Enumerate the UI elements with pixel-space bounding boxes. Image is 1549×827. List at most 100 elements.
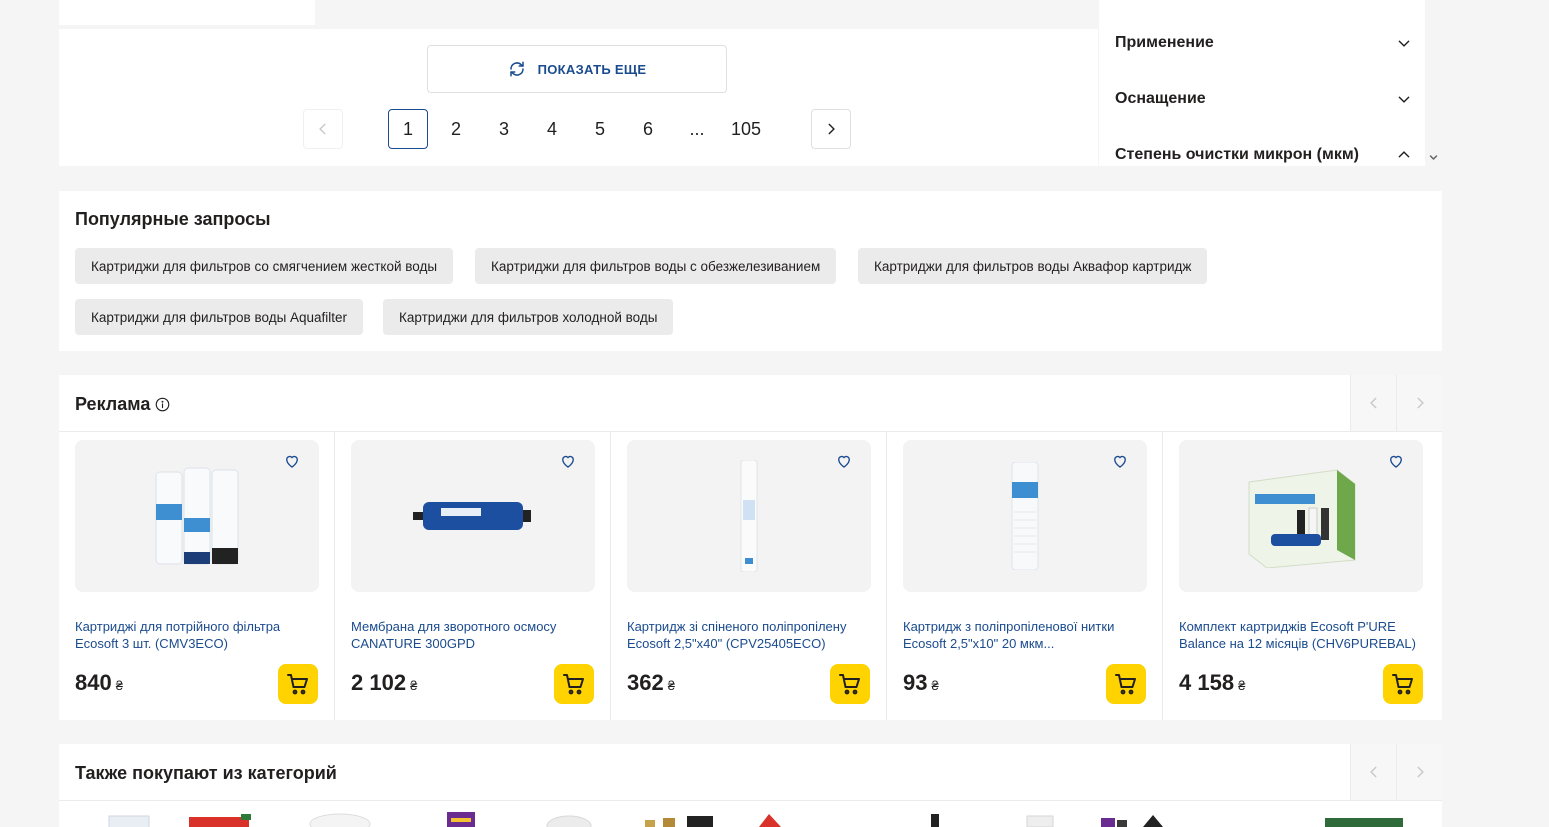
- category-thumbnail[interactable]: [189, 810, 257, 827]
- chevron-right-icon: [824, 122, 838, 136]
- page-ellipsis: ...: [689, 118, 705, 139]
- long-cartridge-icon: [740, 460, 758, 572]
- section-title: Популярные запросы: [75, 209, 271, 229]
- page-4[interactable]: 4: [532, 109, 572, 149]
- category-thumbnail[interactable]: [755, 810, 785, 827]
- pagination-area: ПОКАЗАТЬ ЕЩЕ 1 2 3 4 5 6 ... 105: [59, 29, 1098, 166]
- page-6[interactable]: 6: [628, 109, 668, 149]
- add-to-cart-button[interactable]: [278, 664, 318, 704]
- category-thumbnail[interactable]: [309, 810, 371, 827]
- page-last[interactable]: 105: [726, 109, 766, 149]
- filters-sidebar: Применение Оснащение Степень очистки мик…: [1099, 0, 1425, 166]
- price-value: 840: [75, 670, 112, 695]
- product-title[interactable]: Мембрана для зворотного осмосу CANATURE …: [351, 618, 599, 652]
- price-value: 4 158: [1179, 670, 1235, 695]
- category-thumbnail[interactable]: [1099, 810, 1169, 827]
- refresh-icon: [508, 60, 526, 78]
- product-image[interactable]: [627, 440, 871, 592]
- category-thumbnail[interactable]: [107, 810, 153, 827]
- popular-chip[interactable]: Картриджи для фильтров воды Aquafilter: [75, 299, 364, 335]
- chevron-right-icon: [1413, 765, 1427, 779]
- cart-icon: [838, 672, 862, 696]
- membrane-icon: [413, 502, 531, 530]
- popular-chip[interactable]: Картриджи для фильтров со смягчением жес…: [75, 248, 454, 284]
- cart-icon: [1391, 672, 1415, 696]
- product-image[interactable]: [351, 440, 595, 592]
- product-title[interactable]: Картриджі для потрійного фільтра Ecosoft…: [75, 618, 323, 652]
- product-title[interactable]: Картридж з поліпропіленової нитки Ecosof…: [903, 618, 1151, 652]
- product-title[interactable]: Картридж зі спіненого поліпропілену Ecos…: [627, 618, 875, 652]
- filter-label: Оснащение: [1115, 90, 1206, 107]
- popular-chip[interactable]: Картриджи для фильтров холодной воды: [383, 299, 674, 335]
- product-title[interactable]: Комплект картриджів Ecosoft P'URE Balanc…: [1179, 618, 1427, 652]
- category-thumbnail[interactable]: [545, 810, 593, 827]
- page-1[interactable]: 1: [388, 109, 428, 149]
- product-card[interactable]: Мембрана для зворотного осмосу CANATURE …: [335, 432, 611, 720]
- carousel-next-button[interactable]: [1396, 375, 1442, 431]
- ads-carousel: Реклама Картриджі для потрійного фільтра…: [59, 375, 1442, 720]
- product-card[interactable]: Картридж зі спіненого поліпропілену Ecos…: [611, 432, 887, 720]
- prev-page-button[interactable]: [303, 109, 343, 149]
- three-cartridges-icon: [155, 467, 239, 565]
- currency: ₴: [931, 678, 939, 693]
- show-more-label: ПОКАЗАТЬ ЕЩЕ: [537, 61, 647, 77]
- product-card[interactable]: Картриджі для потрійного фільтра Ecosoft…: [59, 432, 335, 720]
- category-thumbnail[interactable]: [925, 810, 945, 827]
- section-title: Также покупают из категорий: [75, 763, 337, 783]
- product-image[interactable]: [1179, 440, 1423, 592]
- currency: ₴: [667, 678, 675, 693]
- add-to-cart-button[interactable]: [554, 664, 594, 704]
- divider: [59, 800, 1442, 801]
- page-3[interactable]: 3: [484, 109, 524, 149]
- also-bought-categories: Также покупают из категорий: [59, 744, 1442, 827]
- filters-scrollbar[interactable]: [1425, 0, 1442, 166]
- cart-icon: [286, 672, 310, 696]
- popular-requests: Популярные запросы Картриджи для фильтро…: [59, 191, 1442, 351]
- heart-icon[interactable]: [283, 452, 301, 470]
- chevron-left-icon: [316, 122, 330, 136]
- cart-icon: [562, 672, 586, 696]
- product-card[interactable]: Картридж з поліпропіленової нитки Ecosof…: [887, 432, 1163, 720]
- product-price: 4 158 ₴: [1179, 670, 1245, 696]
- category-thumbnail[interactable]: [445, 810, 477, 827]
- carousel-prev-button[interactable]: [1350, 744, 1396, 800]
- price-value: 362: [627, 670, 664, 695]
- page-2[interactable]: 2: [436, 109, 476, 149]
- add-to-cart-button[interactable]: [1383, 664, 1423, 704]
- currency: ₴: [115, 678, 123, 693]
- cart-icon: [1114, 672, 1138, 696]
- product-price: 2 102 ₴: [351, 670, 417, 696]
- filter-micron[interactable]: Степень очистки микрон (мкм): [1115, 143, 1411, 167]
- heart-icon[interactable]: [1111, 452, 1129, 470]
- product-image[interactable]: [903, 440, 1147, 592]
- category-thumbnail[interactable]: [643, 810, 719, 827]
- heart-icon[interactable]: [835, 452, 853, 470]
- heart-icon[interactable]: [559, 452, 577, 470]
- product-card-fragment: [59, 0, 315, 25]
- scroll-down-icon: [1429, 153, 1438, 162]
- category-thumbnail[interactable]: [1023, 810, 1057, 827]
- filter-application[interactable]: Применение: [1115, 31, 1411, 55]
- popular-chip[interactable]: Картриджи для фильтров воды с обезжелези…: [475, 248, 837, 284]
- add-to-cart-button[interactable]: [1106, 664, 1146, 704]
- string-cartridge-icon: [1011, 462, 1039, 570]
- filter-equipment[interactable]: Оснащение: [1115, 87, 1411, 111]
- chevron-down-icon: [1397, 36, 1411, 50]
- product-card[interactable]: Комплект картриджів Ecosoft P'URE Balanc…: [1163, 432, 1439, 720]
- box-kit-icon: [1248, 469, 1356, 568]
- carousel-next-button[interactable]: [1396, 744, 1442, 800]
- info-icon[interactable]: [155, 397, 170, 412]
- show-more-button[interactable]: ПОКАЗАТЬ ЕЩЕ: [427, 45, 727, 93]
- next-page-button[interactable]: [811, 109, 851, 149]
- chevron-up-icon: [1397, 148, 1411, 162]
- category-thumbnail[interactable]: [1325, 810, 1403, 827]
- ads-title-text: Реклама: [75, 394, 151, 414]
- popular-chip[interactable]: Картриджи для фильтров воды Аквафор карт…: [858, 248, 1208, 284]
- add-to-cart-button[interactable]: [830, 664, 870, 704]
- currency: ₴: [410, 678, 418, 693]
- carousel-prev-button[interactable]: [1350, 375, 1396, 431]
- product-image[interactable]: [75, 440, 319, 592]
- page-5[interactable]: 5: [580, 109, 620, 149]
- heart-icon[interactable]: [1387, 452, 1405, 470]
- filter-label: Применение: [1115, 34, 1214, 51]
